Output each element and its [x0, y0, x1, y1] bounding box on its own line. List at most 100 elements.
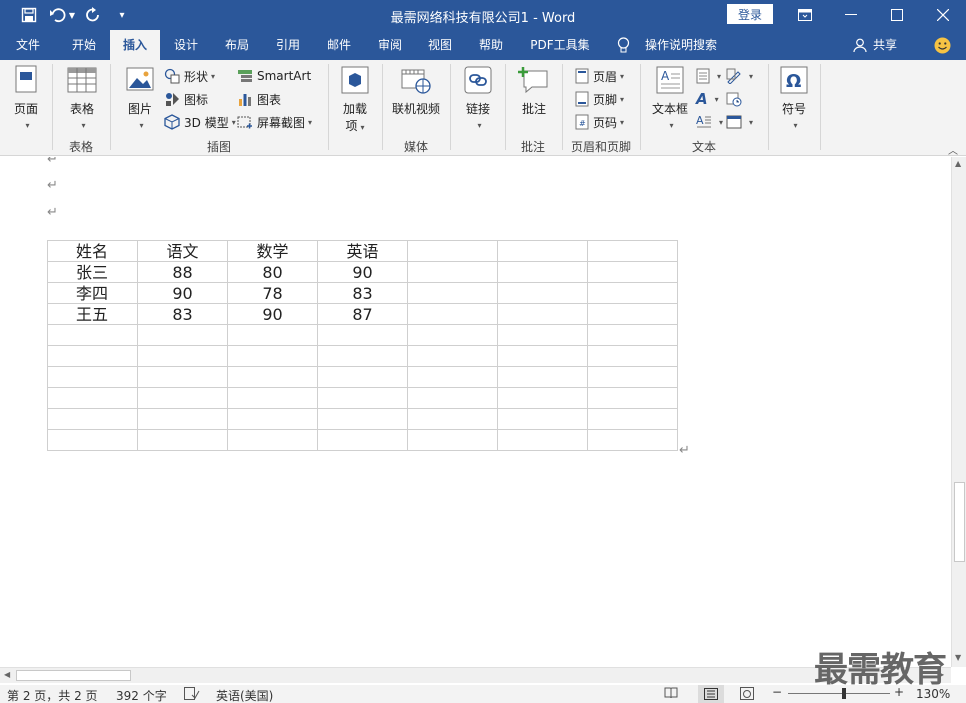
icons-button[interactable]: 图标 — [164, 89, 208, 109]
table-cell[interactable] — [587, 387, 678, 409]
table-cell[interactable]: 张三 — [47, 261, 138, 283]
table-cell[interactable] — [47, 429, 138, 451]
table-cell[interactable] — [317, 408, 408, 430]
table-cell[interactable] — [227, 345, 318, 367]
online-video-button[interactable]: 联机视频 — [388, 64, 444, 117]
tab-review[interactable]: 审阅 — [366, 30, 414, 60]
tab-layout[interactable]: 布局 — [213, 30, 261, 60]
table-cell[interactable] — [497, 408, 588, 430]
table-cell[interactable] — [407, 387, 498, 409]
vertical-scroll-thumb[interactable] — [954, 482, 965, 562]
table-cell[interactable]: 英语 — [317, 240, 408, 262]
table-cell[interactable] — [137, 366, 228, 388]
table-cell[interactable] — [317, 345, 408, 367]
table-cell[interactable]: 88 — [137, 261, 228, 283]
table-cell[interactable] — [407, 240, 498, 262]
smartart-button[interactable]: SmartArt — [237, 66, 311, 86]
table-cell[interactable]: 王五 — [47, 303, 138, 325]
data-table[interactable]: 姓名 语文 数学 英语 张三 88 80 90 李四 90 78 83 王五 83 90 87 — [47, 240, 678, 451]
table-cell[interactable] — [587, 345, 678, 367]
pictures-button[interactable]: 图片 ▾ — [120, 64, 160, 131]
table-cell[interactable]: 数学 — [227, 240, 318, 262]
tab-help[interactable]: 帮助 — [467, 30, 515, 60]
table-cell[interactable] — [587, 303, 678, 325]
zoom-slider[interactable] — [788, 693, 890, 694]
quick-parts-button[interactable]: ▾ — [696, 66, 721, 86]
table-cell[interactable] — [317, 324, 408, 346]
table-cell[interactable] — [587, 366, 678, 388]
close-icon[interactable] — [920, 0, 966, 30]
table-button[interactable]: 表格 ▾ — [62, 64, 102, 131]
table-cell[interactable] — [407, 366, 498, 388]
table-cell[interactable] — [227, 408, 318, 430]
table-cell[interactable] — [497, 240, 588, 262]
page-count[interactable]: 第 2 页，共 2 页 — [7, 687, 98, 703]
language[interactable]: 英语(美国) — [216, 687, 273, 703]
table-cell[interactable] — [317, 429, 408, 451]
add-ins-button[interactable]: 加载项 ▾ — [336, 64, 374, 134]
table-cell[interactable] — [227, 387, 318, 409]
drop-cap-button[interactable]: A ▾ — [696, 112, 723, 132]
object-button[interactable]: ▾ — [726, 112, 753, 132]
table-cell[interactable] — [47, 345, 138, 367]
scroll-down-icon[interactable]: ▼ — [955, 653, 961, 662]
scroll-left-icon[interactable]: ◀ — [4, 670, 10, 679]
wordart-button[interactable]: A ▾ — [696, 89, 719, 109]
table-cell[interactable] — [587, 429, 678, 451]
tab-mailings[interactable]: 邮件 — [315, 30, 363, 60]
table-cell[interactable]: 语文 — [137, 240, 228, 262]
links-button[interactable]: 链接 ▾ — [458, 64, 498, 131]
table-cell[interactable] — [137, 387, 228, 409]
table-cell[interactable] — [407, 303, 498, 325]
table-cell[interactable] — [137, 345, 228, 367]
footer-button[interactable]: 页脚 ▾ — [575, 89, 624, 109]
tab-home[interactable]: 开始 — [60, 30, 108, 60]
tab-insert[interactable]: 插入 — [110, 30, 160, 60]
table-cell[interactable] — [47, 408, 138, 430]
table-cell[interactable] — [227, 324, 318, 346]
table-cell[interactable] — [407, 324, 498, 346]
table-cell[interactable] — [407, 345, 498, 367]
tell-me-search[interactable]: 操作说明搜索 — [640, 30, 722, 60]
shapes-button[interactable]: 形状 ▾ — [164, 66, 215, 86]
share-button[interactable]: 共享 — [870, 30, 900, 60]
login-button[interactable]: 登录 — [727, 4, 773, 24]
table-cell[interactable] — [407, 408, 498, 430]
tab-view[interactable]: 视图 — [416, 30, 464, 60]
pages-button[interactable]: 页面 ▾ — [8, 64, 44, 131]
table-cell[interactable] — [47, 387, 138, 409]
table-cell[interactable] — [497, 345, 588, 367]
maximize-icon[interactable] — [874, 0, 920, 30]
chart-button[interactable]: 图表 — [237, 89, 281, 109]
table-cell[interactable]: 李四 — [47, 282, 138, 304]
header-button[interactable]: 页眉 ▾ — [575, 66, 624, 86]
table-cell[interactable]: 83 — [137, 303, 228, 325]
minimize-icon[interactable] — [828, 0, 874, 30]
proofing-icon[interactable] — [184, 687, 200, 703]
table-cell[interactable] — [497, 366, 588, 388]
date-time-button[interactable] — [726, 89, 746, 109]
scroll-up-icon[interactable]: ▲ — [955, 159, 961, 168]
horizontal-scrollbar[interactable]: ◀ ▶ — [0, 667, 951, 683]
table-cell[interactable]: 90 — [227, 303, 318, 325]
table-cell[interactable] — [227, 366, 318, 388]
table-cell[interactable] — [497, 303, 588, 325]
read-mode-icon[interactable] — [664, 687, 678, 702]
table-cell[interactable] — [497, 387, 588, 409]
table-cell[interactable] — [497, 324, 588, 346]
table-cell[interactable] — [47, 366, 138, 388]
table-cell[interactable]: 78 — [227, 282, 318, 304]
tab-file[interactable]: 文件 — [6, 30, 50, 60]
3d-models-button[interactable]: 3D 模型 ▾ — [164, 112, 236, 132]
table-cell[interactable]: 90 — [137, 282, 228, 304]
tab-pdf-tools[interactable]: PDF工具集 — [522, 30, 598, 60]
ribbon-display-options-icon[interactable] — [782, 0, 828, 30]
vertical-scrollbar[interactable]: ▲ ▼ — [951, 157, 966, 667]
table-cell[interactable]: 80 — [227, 261, 318, 283]
textbox-button[interactable]: A 文本框 ▾ — [648, 64, 692, 131]
page-number-button[interactable]: # 页码 ▾ — [575, 112, 624, 132]
print-layout-icon[interactable] — [698, 685, 724, 703]
table-cell[interactable] — [587, 408, 678, 430]
table-cell[interactable] — [317, 366, 408, 388]
tab-references[interactable]: 引用 — [263, 30, 313, 60]
